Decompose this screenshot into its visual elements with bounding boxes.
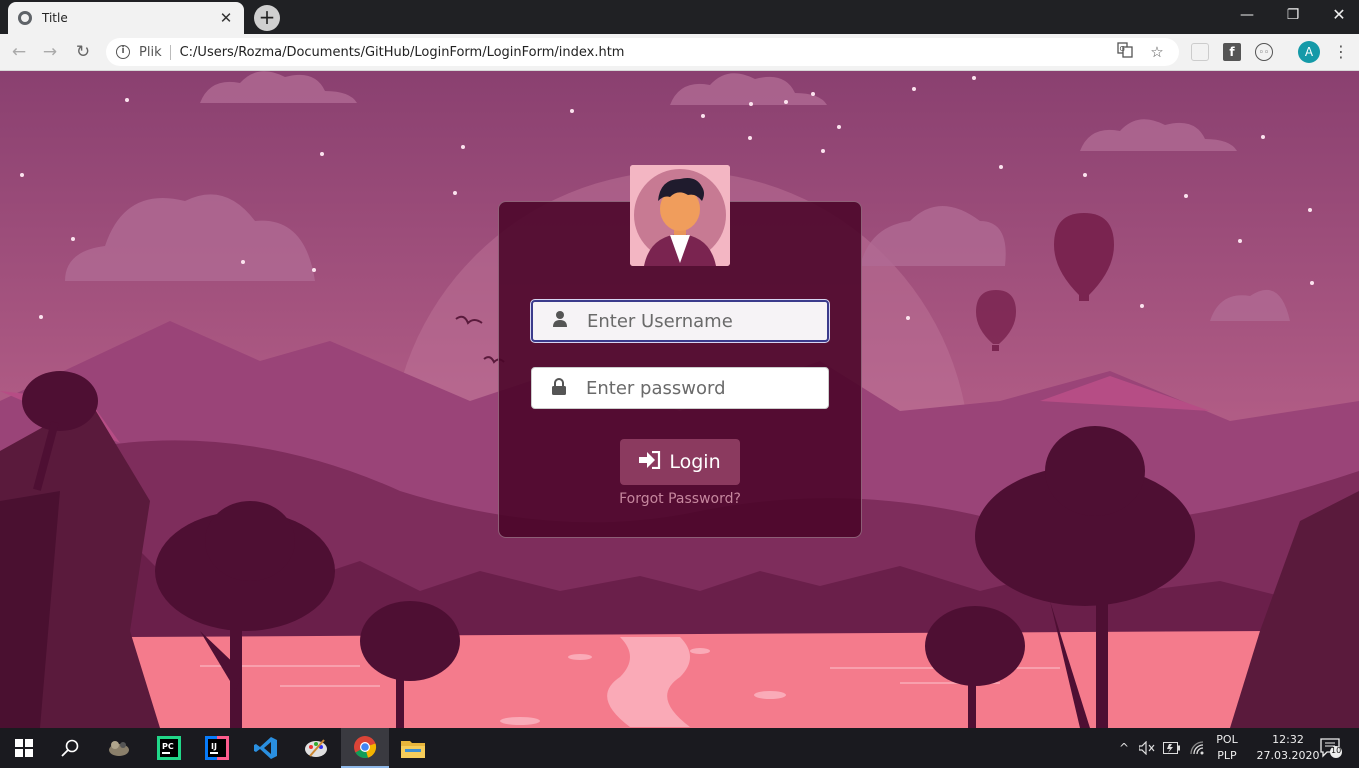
search-button[interactable] — [46, 728, 94, 768]
profile-avatar[interactable]: A — [1298, 41, 1320, 63]
extension-icon[interactable] — [1191, 43, 1209, 61]
tray-chevron-up-icon[interactable]: ^ — [1114, 728, 1134, 768]
new-tab-button[interactable]: + — [254, 5, 280, 31]
keyboard-layout-code: PLP — [1217, 749, 1237, 762]
lock-icon — [532, 377, 586, 399]
facebook-icon[interactable]: f — [1223, 43, 1241, 61]
url-text[interactable]: C:/Users/Rozma/Documents/GitHub/LoginFor… — [180, 45, 1115, 60]
pycharm-icon: PC — [157, 736, 181, 760]
intellij-icon: IJ — [205, 736, 229, 760]
forward-arrow-icon[interactable]: → — [38, 40, 62, 64]
taskbar-app-intellij[interactable]: IJ — [193, 728, 241, 768]
windows-taskbar: PC IJ ^ POL PLP 12:32 27.03.2020 10 — [0, 728, 1359, 768]
sign-in-icon — [639, 450, 661, 474]
vscode-icon — [254, 737, 277, 759]
login-button[interactable]: Login — [620, 439, 740, 485]
gimp-icon — [109, 741, 129, 756]
restore-button[interactable]: ❐ — [1270, 4, 1316, 28]
tab-close-icon[interactable]: ✕ — [218, 9, 234, 27]
clock-date: 27.03.2020 — [1256, 749, 1320, 762]
globe-icon — [18, 11, 32, 25]
language-code: POL — [1216, 733, 1238, 746]
reload-icon[interactable]: ↻ — [71, 40, 95, 64]
info-icon[interactable]: i — [116, 45, 130, 59]
search-icon — [61, 739, 79, 757]
browser-tab[interactable]: Title ✕ — [8, 2, 244, 34]
paint-icon — [305, 739, 327, 757]
bookmark-star-icon[interactable]: ☆ — [1147, 42, 1167, 62]
forgot-password-link[interactable]: Forgot Password? — [560, 491, 800, 507]
taskbar-app-file-explorer[interactable] — [389, 728, 437, 768]
browser-toolbar: ← → ↻ i Plik C:/Users/Rozma/Documents/Gi… — [0, 34, 1359, 71]
svg-text:PC: PC — [162, 742, 174, 751]
system-clock[interactable]: 12:32 27.03.2020 — [1248, 732, 1328, 764]
avatar-illustration — [630, 165, 730, 266]
back-arrow-icon[interactable]: ← — [7, 40, 31, 64]
taskbar-app-chrome[interactable] — [341, 728, 389, 768]
start-button[interactable] — [0, 728, 48, 768]
notification-center-icon[interactable]: 10 — [1320, 738, 1342, 758]
windows-logo-icon — [15, 739, 33, 757]
minimize-button[interactable]: — — [1224, 4, 1270, 28]
translate-icon[interactable]: G — [1115, 42, 1135, 62]
password-field[interactable] — [531, 367, 829, 409]
user-avatar — [630, 165, 730, 266]
folder-icon — [401, 741, 425, 758]
input-language-indicator[interactable]: POL PLP — [1212, 732, 1242, 764]
battery-icon[interactable] — [1161, 728, 1183, 768]
clock-time: 12:32 — [1272, 733, 1304, 746]
username-input[interactable] — [587, 310, 817, 332]
notification-count-badge: 10 — [1331, 746, 1342, 755]
svg-text:IJ: IJ — [211, 742, 217, 751]
close-window-button[interactable]: ✕ — [1316, 4, 1359, 28]
password-input[interactable] — [586, 377, 816, 399]
extension-circle-icon[interactable]: ◦◦ — [1255, 43, 1273, 61]
address-bar[interactable]: i Plik C:/Users/Rozma/Documents/GitHub/L… — [106, 38, 1179, 66]
svg-text:G: G — [1120, 45, 1125, 53]
taskbar-app-paint[interactable] — [292, 728, 340, 768]
tab-title: Title — [42, 11, 68, 25]
wifi-icon[interactable] — [1187, 728, 1209, 768]
taskbar-app-pycharm[interactable]: PC — [145, 728, 193, 768]
scheme-label: Plik — [139, 44, 171, 60]
taskbar-app-vscode[interactable] — [242, 728, 290, 768]
chrome-icon — [354, 736, 377, 759]
browser-titlebar: Title ✕ + — ❐ ✕ — [0, 0, 1359, 34]
username-field[interactable] — [531, 300, 829, 342]
user-icon — [533, 311, 587, 331]
menu-dots-icon[interactable]: ⋮ — [1332, 41, 1350, 63]
taskbar-app-gimp[interactable] — [95, 728, 143, 768]
volume-muted-icon[interactable] — [1137, 728, 1157, 768]
login-button-label: Login — [669, 451, 721, 473]
